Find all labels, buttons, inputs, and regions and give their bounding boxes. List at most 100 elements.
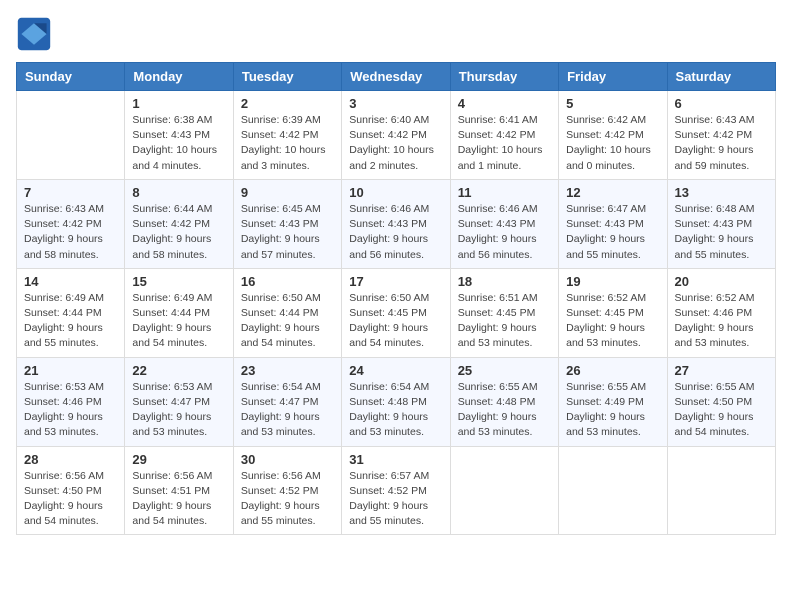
day-number: 26 — [566, 363, 659, 378]
day-number: 20 — [675, 274, 768, 289]
cell-content: Sunrise: 6:41 AM Sunset: 4:42 PM Dayligh… — [458, 113, 551, 174]
cell-content: Sunrise: 6:45 AM Sunset: 4:43 PM Dayligh… — [241, 202, 334, 263]
day-number: 18 — [458, 274, 551, 289]
calendar-cell: 13 Sunrise: 6:48 AM Sunset: 4:43 PM Dayli… — [667, 179, 775, 268]
header-monday: Monday — [125, 63, 233, 91]
cell-content: Sunrise: 6:52 AM Sunset: 4:46 PM Dayligh… — [675, 291, 768, 352]
calendar-cell: 25 Sunrise: 6:55 AM Sunset: 4:48 PM Dayli… — [450, 357, 558, 446]
day-number: 2 — [241, 96, 334, 111]
day-number: 23 — [241, 363, 334, 378]
calendar-cell: 21 Sunrise: 6:53 AM Sunset: 4:46 PM Dayli… — [17, 357, 125, 446]
cell-content: Sunrise: 6:55 AM Sunset: 4:49 PM Dayligh… — [566, 380, 659, 441]
day-number: 4 — [458, 96, 551, 111]
calendar-cell: 19 Sunrise: 6:52 AM Sunset: 4:45 PM Dayli… — [559, 268, 667, 357]
calendar-cell: 20 Sunrise: 6:52 AM Sunset: 4:46 PM Dayli… — [667, 268, 775, 357]
logo-icon — [16, 16, 52, 52]
week-row-3: 14 Sunrise: 6:49 AM Sunset: 4:44 PM Dayli… — [17, 268, 776, 357]
cell-content: Sunrise: 6:55 AM Sunset: 4:50 PM Dayligh… — [675, 380, 768, 441]
day-number: 3 — [349, 96, 442, 111]
week-row-2: 7 Sunrise: 6:43 AM Sunset: 4:42 PM Daylig… — [17, 179, 776, 268]
calendar-cell: 30 Sunrise: 6:56 AM Sunset: 4:52 PM Dayli… — [233, 446, 341, 535]
cell-content: Sunrise: 6:49 AM Sunset: 4:44 PM Dayligh… — [24, 291, 117, 352]
day-number: 21 — [24, 363, 117, 378]
day-number: 13 — [675, 185, 768, 200]
page-header — [16, 16, 776, 52]
calendar-cell: 26 Sunrise: 6:55 AM Sunset: 4:49 PM Dayli… — [559, 357, 667, 446]
cell-content: Sunrise: 6:51 AM Sunset: 4:45 PM Dayligh… — [458, 291, 551, 352]
logo — [16, 16, 56, 52]
calendar-cell: 28 Sunrise: 6:56 AM Sunset: 4:50 PM Dayli… — [17, 446, 125, 535]
day-number: 7 — [24, 185, 117, 200]
day-number: 16 — [241, 274, 334, 289]
day-number: 10 — [349, 185, 442, 200]
calendar-cell: 31 Sunrise: 6:57 AM Sunset: 4:52 PM Dayli… — [342, 446, 450, 535]
calendar-cell — [450, 446, 558, 535]
header-sunday: Sunday — [17, 63, 125, 91]
cell-content: Sunrise: 6:43 AM Sunset: 4:42 PM Dayligh… — [24, 202, 117, 263]
day-number: 11 — [458, 185, 551, 200]
day-number: 6 — [675, 96, 768, 111]
calendar-cell: 1 Sunrise: 6:38 AM Sunset: 4:43 PM Daylig… — [125, 91, 233, 180]
cell-content: Sunrise: 6:54 AM Sunset: 4:47 PM Dayligh… — [241, 380, 334, 441]
calendar-cell: 14 Sunrise: 6:49 AM Sunset: 4:44 PM Dayli… — [17, 268, 125, 357]
cell-content: Sunrise: 6:42 AM Sunset: 4:42 PM Dayligh… — [566, 113, 659, 174]
calendar-cell: 11 Sunrise: 6:46 AM Sunset: 4:43 PM Dayli… — [450, 179, 558, 268]
day-number: 22 — [132, 363, 225, 378]
day-number: 30 — [241, 452, 334, 467]
cell-content: Sunrise: 6:56 AM Sunset: 4:52 PM Dayligh… — [241, 469, 334, 530]
calendar-cell: 23 Sunrise: 6:54 AM Sunset: 4:47 PM Dayli… — [233, 357, 341, 446]
cell-content: Sunrise: 6:39 AM Sunset: 4:42 PM Dayligh… — [241, 113, 334, 174]
cell-content: Sunrise: 6:48 AM Sunset: 4:43 PM Dayligh… — [675, 202, 768, 263]
cell-content: Sunrise: 6:50 AM Sunset: 4:44 PM Dayligh… — [241, 291, 334, 352]
cell-content: Sunrise: 6:43 AM Sunset: 4:42 PM Dayligh… — [675, 113, 768, 174]
calendar-cell: 3Sunrise: 6:40 AM Sunset: 4:42 PM Daylig… — [342, 91, 450, 180]
day-number: 31 — [349, 452, 442, 467]
header-saturday: Saturday — [667, 63, 775, 91]
calendar-cell — [667, 446, 775, 535]
day-number: 1 — [132, 96, 225, 111]
cell-content: Sunrise: 6:46 AM Sunset: 4:43 PM Dayligh… — [458, 202, 551, 263]
calendar-table: SundayMondayTuesdayWednesdayThursdayFrid… — [16, 62, 776, 535]
calendar-cell: 4 Sunrise: 6:41 AM Sunset: 4:42 PM Daylig… — [450, 91, 558, 180]
calendar-cell: 15Sunrise: 6:49 AM Sunset: 4:44 PM Dayli… — [125, 268, 233, 357]
day-number: 27 — [675, 363, 768, 378]
day-number: 28 — [24, 452, 117, 467]
cell-content: Sunrise: 6:50 AM Sunset: 4:45 PM Dayligh… — [349, 291, 442, 352]
day-number: 5 — [566, 96, 659, 111]
cell-content: Sunrise: 6:57 AM Sunset: 4:52 PM Dayligh… — [349, 469, 442, 530]
day-number: 19 — [566, 274, 659, 289]
day-number: 17 — [349, 274, 442, 289]
calendar-cell: 16 Sunrise: 6:50 AM Sunset: 4:44 PM Dayli… — [233, 268, 341, 357]
cell-content: Sunrise: 6:38 AM Sunset: 4:43 PM Dayligh… — [132, 113, 225, 174]
day-number: 24 — [349, 363, 442, 378]
day-number: 14 — [24, 274, 117, 289]
day-number: 8 — [132, 185, 225, 200]
calendar-cell: 24Sunrise: 6:54 AM Sunset: 4:48 PM Dayli… — [342, 357, 450, 446]
calendar-cell: 12 Sunrise: 6:47 AM Sunset: 4:43 PM Dayli… — [559, 179, 667, 268]
calendar-cell: 6 Sunrise: 6:43 AM Sunset: 4:42 PM Daylig… — [667, 91, 775, 180]
calendar-cell: 22 Sunrise: 6:53 AM Sunset: 4:47 PM Dayli… — [125, 357, 233, 446]
cell-content: Sunrise: 6:44 AM Sunset: 4:42 PM Dayligh… — [132, 202, 225, 263]
cell-content: Sunrise: 6:46 AM Sunset: 4:43 PM Dayligh… — [349, 202, 442, 263]
cell-content: Sunrise: 6:52 AM Sunset: 4:45 PM Dayligh… — [566, 291, 659, 352]
calendar-cell: 18 Sunrise: 6:51 AM Sunset: 4:45 PM Dayli… — [450, 268, 558, 357]
header-friday: Friday — [559, 63, 667, 91]
cell-content: Sunrise: 6:56 AM Sunset: 4:51 PM Dayligh… — [132, 469, 225, 530]
cell-content: Sunrise: 6:47 AM Sunset: 4:43 PM Dayligh… — [566, 202, 659, 263]
week-row-5: 28 Sunrise: 6:56 AM Sunset: 4:50 PM Dayli… — [17, 446, 776, 535]
day-number: 9 — [241, 185, 334, 200]
cell-content: Sunrise: 6:56 AM Sunset: 4:50 PM Dayligh… — [24, 469, 117, 530]
week-row-4: 21 Sunrise: 6:53 AM Sunset: 4:46 PM Dayli… — [17, 357, 776, 446]
calendar-cell: 9 Sunrise: 6:45 AM Sunset: 4:43 PM Daylig… — [233, 179, 341, 268]
cell-content: Sunrise: 6:49 AM Sunset: 4:44 PM Dayligh… — [132, 291, 225, 352]
cell-content: Sunrise: 6:53 AM Sunset: 4:46 PM Dayligh… — [24, 380, 117, 441]
calendar-cell: 8 Sunrise: 6:44 AM Sunset: 4:42 PM Daylig… — [125, 179, 233, 268]
header-wednesday: Wednesday — [342, 63, 450, 91]
calendar-cell: 27 Sunrise: 6:55 AM Sunset: 4:50 PM Dayli… — [667, 357, 775, 446]
day-number: 12 — [566, 185, 659, 200]
day-number: 25 — [458, 363, 551, 378]
cell-content: Sunrise: 6:55 AM Sunset: 4:48 PM Dayligh… — [458, 380, 551, 441]
calendar-cell: 5 Sunrise: 6:42 AM Sunset: 4:42 PM Daylig… — [559, 91, 667, 180]
header-tuesday: Tuesday — [233, 63, 341, 91]
cell-content: Sunrise: 6:53 AM Sunset: 4:47 PM Dayligh… — [132, 380, 225, 441]
